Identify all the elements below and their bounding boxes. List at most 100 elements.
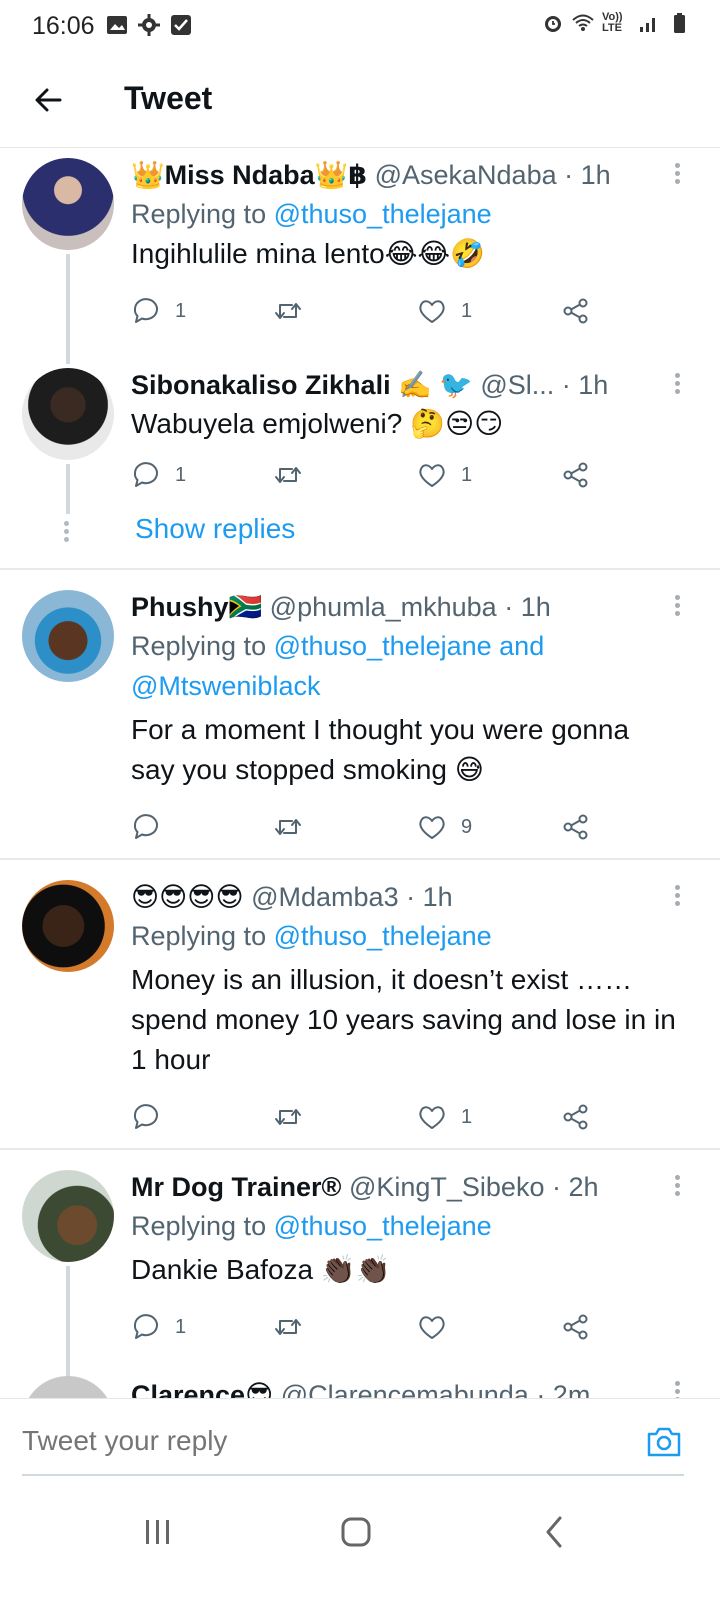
tweet-card[interactable]: Sibonakaliso Zikhali ✍️ 🐦 @Sl... · 1h Wa… [0, 358, 720, 568]
replying-to: Replying to @thuso_thelejane [131, 194, 680, 234]
divider [0, 1148, 720, 1150]
thread-connector [66, 464, 70, 514]
like-button[interactable]: 1 [417, 296, 472, 326]
avatar[interactable] [22, 158, 114, 250]
tweet-time: · 1h [406, 882, 453, 912]
reply-input[interactable] [22, 1421, 582, 1461]
tweet-time: · 1h [504, 592, 551, 622]
heart-icon [419, 464, 445, 487]
avatar[interactable] [22, 590, 114, 682]
display-name[interactable]: Mr Dog Trainer® [131, 1172, 341, 1202]
reply-composer [0, 1398, 720, 1478]
share-icon [563, 1314, 588, 1340]
mention-link[interactable]: @thuso_thelejane [274, 921, 492, 951]
share-button[interactable] [561, 1102, 591, 1132]
heart-icon [419, 1316, 445, 1339]
tweet-text: Ingihlulile mina lento😂😂🤣 [131, 238, 486, 269]
home-icon[interactable] [336, 1512, 376, 1552]
reply-feed[interactable]: 👑Miss Ndaba👑฿ @AsekaNdaba · 1h Replying … [0, 148, 720, 1398]
retweet-button[interactable] [273, 812, 317, 842]
retweet-icon [275, 467, 301, 483]
thread-ellipsis [64, 518, 70, 545]
display-name[interactable]: Phushy🇿🇦 [131, 592, 262, 622]
tweet-time: · 2h [551, 1172, 599, 1202]
reply-button[interactable] [131, 812, 175, 842]
tweet-time: · 1h [561, 370, 609, 400]
wifi-icon [572, 14, 594, 31]
avatar[interactable] [22, 880, 114, 972]
retweet-icon [275, 1109, 301, 1125]
replying-to: Replying to @thuso_thelejane and @Mtswen… [131, 626, 680, 706]
reply-button[interactable]: 1 [131, 460, 186, 490]
share-button[interactable] [561, 812, 591, 842]
like-count: 1 [461, 1105, 473, 1128]
divider [0, 858, 720, 860]
speech-bubble-icon [133, 814, 158, 839]
avatar[interactable] [22, 368, 114, 460]
reply-button[interactable]: 1 [131, 1312, 186, 1342]
display-name[interactable]: Clarence😎 [131, 1380, 273, 1398]
alarm-icon [545, 16, 561, 32]
speech-bubble-icon [133, 1104, 158, 1129]
like-button[interactable]: 1 [417, 1102, 472, 1132]
tweet-text: Wabuyela emjolweni? 🤔😒😏 [131, 408, 504, 439]
replying-label: Replying to [131, 631, 274, 661]
user-handle: @Mdamba3 [251, 882, 399, 912]
replying-to: Replying to @thuso_thelejane [131, 1206, 680, 1246]
tweet-card[interactable]: 👑Miss Ndaba👑฿ @AsekaNdaba · 1h Replying … [0, 148, 720, 370]
like-button[interactable] [417, 1312, 461, 1342]
like-count: 1 [461, 299, 473, 322]
like-button[interactable]: 9 [417, 812, 472, 842]
show-replies-link[interactable]: Show replies [135, 513, 295, 545]
mention-link[interactable]: @thuso_thelejane [274, 1211, 492, 1241]
retweet-button[interactable] [273, 1312, 317, 1342]
tweet-card[interactable]: 😎😎😎😎 @Mdamba3 · 1h Replying to @thuso_th… [0, 870, 720, 1148]
heart-icon [419, 816, 445, 839]
arrow-left-icon[interactable] [30, 82, 66, 118]
tweet-card[interactable]: Mr Dog Trainer® @KingT_Sibeko · 2h Reply… [0, 1160, 720, 1386]
back-nav-icon[interactable] [535, 1512, 575, 1552]
replying-label: Replying to [131, 1211, 274, 1241]
retweet-button[interactable] [273, 460, 317, 490]
recent-apps-icon[interactable] [138, 1512, 178, 1552]
tweet-header: 👑Miss Ndaba👑฿ @AsekaNdaba · 1h [131, 156, 680, 194]
status-bar: 16:06 Vo)) LTE [0, 0, 720, 52]
retweet-button[interactable] [273, 296, 317, 326]
share-button[interactable] [561, 1312, 591, 1342]
display-name[interactable]: 👑Miss Ndaba👑฿ [131, 160, 367, 190]
divider [0, 568, 720, 570]
avatar[interactable] [22, 1170, 114, 1262]
share-button[interactable] [561, 296, 591, 326]
gallery-icon [107, 16, 127, 34]
share-button[interactable] [561, 460, 591, 490]
retweet-icon [275, 1319, 301, 1335]
tweet-header: Mr Dog Trainer® @KingT_Sibeko · 2h [131, 1168, 680, 1206]
user-handle: @Clarencemabunda [280, 1380, 529, 1398]
tweet-time: · 1h [564, 160, 611, 190]
like-button[interactable]: 1 [417, 460, 472, 490]
mention-link[interactable]: @thuso_thelejane [274, 199, 492, 229]
tweet-card[interactable]: Clarence😎 @Clarencemabunda · 2m [0, 1370, 720, 1398]
status-time: 16:06 [32, 12, 95, 40]
camera-icon[interactable] [646, 1425, 682, 1459]
page-title: Tweet [124, 80, 213, 116]
check-box-icon [171, 15, 191, 35]
share-icon [563, 1104, 588, 1130]
avatar[interactable] [22, 1376, 114, 1398]
replying-label: Replying to [131, 199, 274, 229]
tweet-actions: 1 [131, 1312, 601, 1348]
reply-button[interactable]: 1 [131, 296, 186, 326]
share-icon [563, 814, 588, 840]
like-count: 9 [461, 815, 473, 838]
replying-to: Replying to @thuso_thelejane [131, 916, 680, 956]
speech-bubble-icon [133, 298, 158, 323]
tweet-actions: 1 1 [131, 460, 601, 496]
tweet-actions: 9 [131, 812, 601, 848]
display-name[interactable]: Sibonakaliso Zikhali ✍️ 🐦 [131, 370, 473, 400]
tweet-header: Phushy🇿🇦 @phumla_mkhuba · 1h [131, 588, 680, 626]
retweet-button[interactable] [273, 1102, 317, 1132]
replying-label: Replying to [131, 921, 274, 951]
reply-button[interactable] [131, 1102, 175, 1132]
display-name[interactable]: 😎😎😎😎 [131, 882, 244, 912]
tweet-card[interactable]: Phushy🇿🇦 @phumla_mkhuba · 1h Replying to… [0, 580, 720, 858]
